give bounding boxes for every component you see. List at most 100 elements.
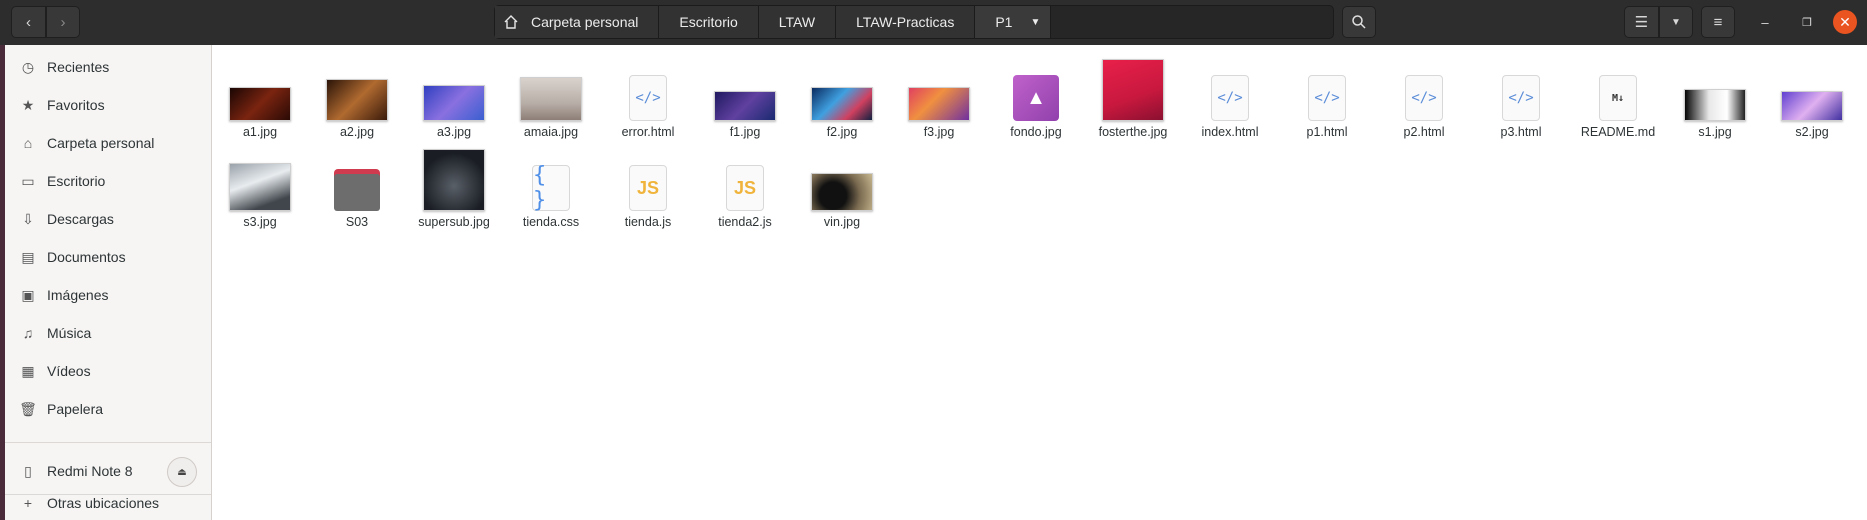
search-button[interactable] [1342, 6, 1376, 38]
download-icon: ⇩ [22, 210, 34, 227]
file-item[interactable]: f3.jpg [891, 55, 987, 139]
eject-button[interactable]: ⏏ [167, 457, 197, 487]
file-name: index.html [1201, 125, 1259, 139]
file-name: p1.html [1306, 125, 1348, 139]
breadcrumb-p1[interactable]: P1 ▼ [975, 6, 1052, 38]
file-name: p2.html [1403, 125, 1445, 139]
sidebar-item-escritorio[interactable]: ▭ Escritorio [5, 166, 211, 196]
sidebar-item-documentos[interactable]: ▤ Documentos [5, 242, 211, 272]
documents-icon: ▤ [21, 248, 35, 265]
file-item[interactable]: ▲ fondo.jpg [988, 55, 1084, 139]
file-item[interactable]: S03 [309, 145, 405, 229]
file-item[interactable]: </> index.html [1182, 55, 1278, 139]
sidebar-item-otras-ubicaciones[interactable]: + Otras ubicaciones [5, 488, 211, 518]
view-options-button[interactable]: ▼ [1659, 6, 1693, 38]
search-icon [1352, 15, 1366, 29]
file-name: f2.jpg [826, 125, 858, 139]
desktop-icon: ▭ [21, 172, 35, 189]
file-name: tienda.css [522, 215, 580, 229]
sidebar-item-label: Vídeos [47, 363, 91, 379]
breadcrumb-label: Carpeta personal [531, 14, 639, 30]
clock-icon: ◷ [21, 58, 35, 75]
chevron-down-icon: ▼ [1671, 16, 1681, 28]
image-thumbnail [229, 163, 291, 211]
file-item[interactable]: supersub.jpg [406, 145, 502, 229]
maximize-button[interactable]: ❐ [1795, 10, 1819, 34]
file-name: f3.jpg [923, 125, 955, 139]
file-item[interactable]: JS tienda2.js [697, 145, 793, 229]
file-item[interactable]: </> error.html [600, 55, 696, 139]
minimize-button[interactable]: – [1753, 10, 1777, 34]
file-item[interactable]: fosterthe.jpg [1085, 55, 1181, 139]
breadcrumb-label: LTAW [778, 14, 816, 30]
file-name: error.html [621, 125, 675, 139]
html-file-icon: </> [629, 75, 667, 121]
chevron-left-icon: ‹ [26, 13, 31, 31]
image-thumbnail [908, 87, 970, 121]
file-item[interactable]: a3.jpg [406, 55, 502, 139]
file-item[interactable]: </> p1.html [1279, 55, 1375, 139]
sidebar-item-recientes[interactable]: ◷ Recientes [5, 52, 211, 82]
main-menu-button[interactable]: ≡ [1701, 6, 1735, 38]
file-item[interactable]: a1.jpg [212, 55, 308, 139]
home-icon: ⌂ [23, 135, 33, 151]
forward-button[interactable]: › [46, 6, 80, 38]
file-item[interactable]: f2.jpg [794, 55, 890, 139]
html-file-icon: </> [1211, 75, 1249, 121]
back-button[interactable]: ‹ [11, 6, 46, 38]
breadcrumb-ltaw-practicas[interactable]: LTAW-Practicas [836, 6, 976, 38]
sidebar-item-papelera[interactable]: 🗑 Papelera [5, 394, 211, 424]
sidebar-item-label: Documentos [47, 249, 126, 265]
sidebar-item-imagenes[interactable]: ▣ Imágenes [5, 280, 211, 310]
js-file-icon: JS [629, 165, 667, 211]
file-item[interactable]: JS tienda.js [600, 145, 696, 229]
css-file-icon: { } [532, 163, 570, 213]
file-name: s1.jpg [1698, 125, 1732, 139]
file-item[interactable]: { } tienda.css [503, 145, 599, 229]
file-item[interactable]: s3.jpg [212, 145, 308, 229]
js-file-icon: JS [726, 165, 764, 211]
breadcrumb-escritorio[interactable]: Escritorio [659, 6, 759, 38]
image-thumbnail [423, 149, 485, 211]
html-file-icon: </> [1405, 75, 1443, 121]
sidebar-item-descargas[interactable]: ⇩ Descargas [5, 204, 211, 234]
file-name: tienda2.js [718, 215, 772, 229]
file-grid: a1.jpg a2.jpg a3.jpg amaia.jpg </> error… [212, 45, 1867, 520]
file-item[interactable]: s2.jpg [1764, 55, 1860, 139]
file-item[interactable]: </> p2.html [1376, 55, 1472, 139]
sidebar-item-musica[interactable]: ♫ Música [5, 318, 211, 348]
breadcrumb-ltaw[interactable]: LTAW [758, 6, 837, 38]
close-button[interactable]: ✕ [1833, 10, 1857, 34]
header-bar: ‹ › Carpeta personal Escritorio LTAW LTA… [0, 0, 1867, 46]
image-thumbnail [811, 87, 873, 121]
list-view-button[interactable]: ☰ [1624, 6, 1659, 38]
image-thumbnail [714, 91, 776, 121]
breadcrumb-label: LTAW-Practicas [856, 14, 955, 30]
file-item[interactable]: amaia.jpg [503, 55, 599, 139]
sidebar-item-videos[interactable]: ▦ Vídeos [5, 356, 211, 386]
file-item[interactable]: s1.jpg [1667, 55, 1763, 139]
file-item[interactable]: M↓ README.md [1570, 55, 1666, 139]
sidebar-separator [5, 442, 211, 443]
image-thumbnail [1102, 59, 1164, 121]
file-item[interactable]: </> p3.html [1473, 55, 1569, 139]
file-item[interactable]: vin.jpg [794, 145, 890, 229]
file-name: p3.html [1500, 125, 1542, 139]
sidebar-item-label: Música [47, 325, 92, 341]
file-name: fosterthe.jpg [1098, 125, 1168, 139]
sidebar-item-label: Papelera [47, 401, 104, 417]
html-file-icon: </> [1502, 75, 1540, 121]
sidebar: ◷ Recientes ★ Favoritos ⌂ Carpeta personal … [0, 45, 212, 520]
phone-icon: ▯ [24, 462, 32, 479]
image-thumbnail [326, 79, 388, 121]
sidebar-item-carpeta-personal[interactable]: ⌂ Carpeta personal [5, 128, 211, 158]
markdown-file-icon: M↓ [1599, 75, 1637, 121]
breadcrumb-home[interactable]: Carpeta personal [495, 6, 660, 38]
file-item[interactable]: f1.jpg [697, 55, 793, 139]
sidebar-item-favoritos[interactable]: ★ Favoritos [5, 90, 211, 120]
pictures-icon: ▣ [21, 286, 35, 303]
file-item[interactable]: a2.jpg [309, 55, 405, 139]
file-name: a1.jpg [242, 125, 278, 139]
html-file-icon: </> [1308, 75, 1346, 121]
file-name: a3.jpg [436, 125, 472, 139]
